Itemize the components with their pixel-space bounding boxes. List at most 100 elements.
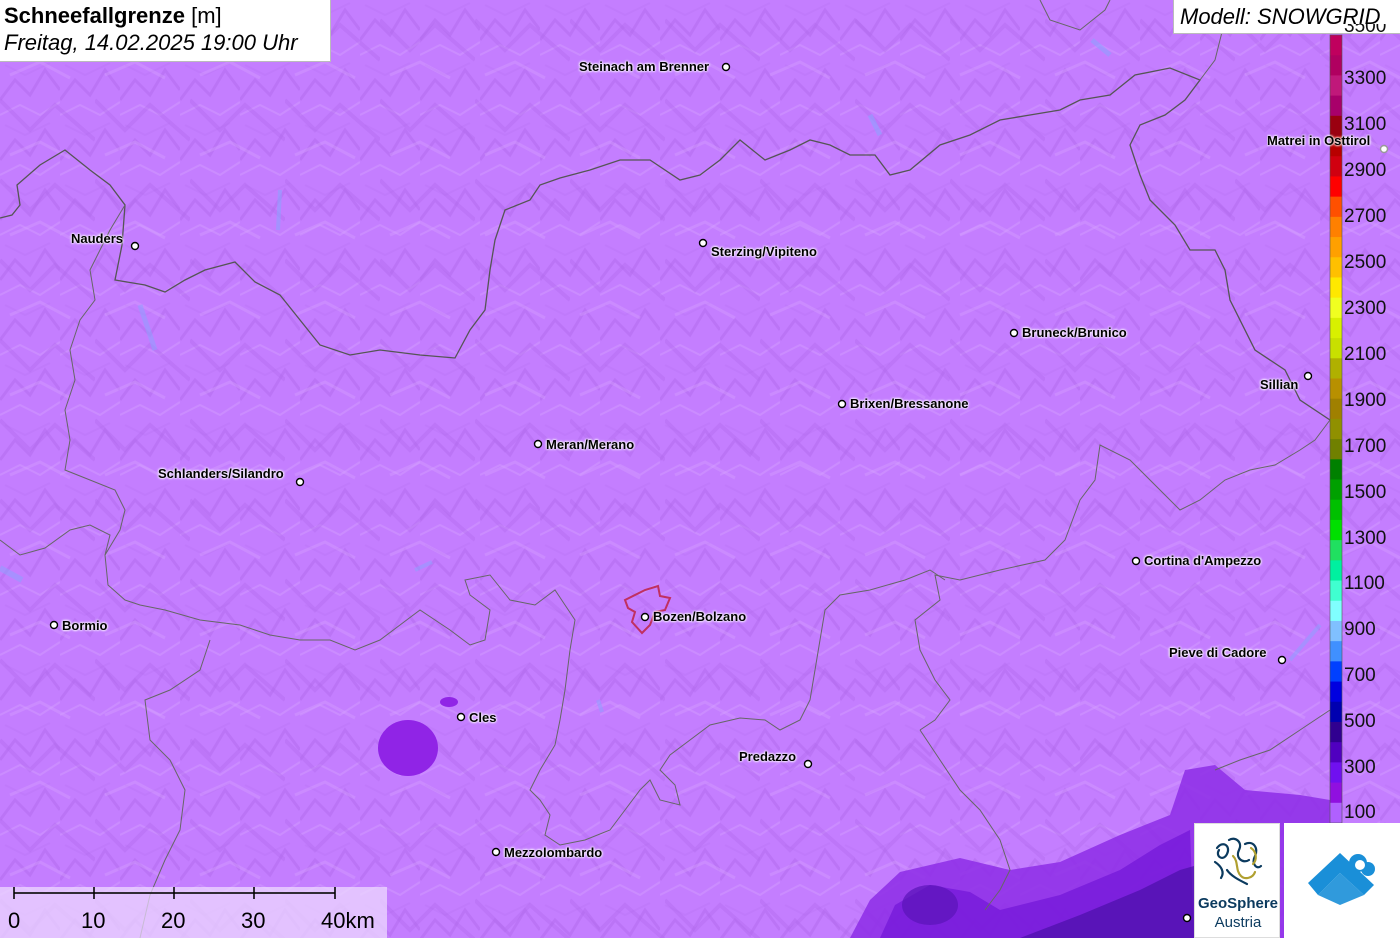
legend-swatch <box>1330 297 1342 319</box>
place-label-matrei[interactable]: Matrei in Osttirol <box>1267 134 1377 148</box>
marker-bruneck[interactable] <box>1009 328 1019 338</box>
legend-swatch <box>1330 600 1342 622</box>
marker-bozen[interactable] <box>640 612 650 622</box>
legend-swatch <box>1330 216 1342 238</box>
legend-swatch <box>1330 35 1342 56</box>
legend-label: 300 <box>1344 757 1376 778</box>
cles-low-patch <box>378 720 438 776</box>
legend-swatch <box>1330 418 1342 440</box>
place-label-bormio[interactable]: Bormio <box>62 619 108 633</box>
place-label-meran[interactable]: Meran/Merano <box>546 438 634 452</box>
marker-cortina[interactable] <box>1131 556 1141 566</box>
marker-pieve[interactable] <box>1277 655 1287 665</box>
place-label-cles[interactable]: Cles <box>469 711 496 725</box>
geosphere-name: GeoSphere <box>1197 895 1279 912</box>
place-label-mezzolombardo[interactable]: Mezzolombardo <box>504 846 602 860</box>
marker-steinach[interactable] <box>721 62 731 72</box>
legend-swatch <box>1330 721 1342 743</box>
place-label-predazzo[interactable]: Predazzo <box>739 750 796 764</box>
marker-nauders[interactable] <box>130 241 140 251</box>
legend-label: 900 <box>1344 619 1376 640</box>
legend-swatch <box>1330 519 1342 541</box>
legend-swatch <box>1330 459 1342 481</box>
legend-label: 2900 <box>1344 160 1387 181</box>
legend-label: 100 <box>1344 802 1376 823</box>
legend-label-top-text: 3500 <box>1344 24 1387 37</box>
legend-swatch <box>1330 317 1342 339</box>
legend-swatch <box>1330 620 1342 642</box>
legend-swatch <box>1330 782 1342 804</box>
scale-label: 10 <box>81 908 106 933</box>
marker-matrei[interactable] <box>1379 144 1389 154</box>
place-label-steinach[interactable]: Steinach am Brenner <box>579 60 709 74</box>
legend-swatch <box>1330 479 1342 501</box>
title-unit: [m] <box>191 3 222 28</box>
place-label-sillian[interactable]: Sillian <box>1260 378 1298 392</box>
place-label-schlanders[interactable]: Schlanders/Silandro <box>158 467 284 481</box>
legend-swatch <box>1330 661 1342 683</box>
title-variable: Schneefallgrenze <box>4 3 185 28</box>
place-label-bruneck[interactable]: Bruneck/Brunico <box>1022 326 1127 340</box>
marker-unnamed[interactable] <box>1182 913 1192 923</box>
legend-swatch <box>1330 641 1342 662</box>
legend-swatch <box>1330 378 1342 400</box>
legend-swatch <box>1330 742 1342 763</box>
legend-swatch <box>1330 338 1342 359</box>
scale-label: 30 <box>241 908 266 933</box>
place-label-brixen[interactable]: Brixen/Bressanone <box>850 397 969 411</box>
marker-sterzing[interactable] <box>698 238 708 248</box>
legend-swatch <box>1330 560 1342 582</box>
legend-swatch <box>1330 681 1342 703</box>
legend-label: 500 <box>1344 711 1376 732</box>
legend-label: 1500 <box>1344 482 1387 503</box>
legend-swatch <box>1330 156 1342 178</box>
place-label-sterzing[interactable]: Sterzing/Vipiteno <box>711 245 817 259</box>
legend-label: 2100 <box>1344 344 1387 365</box>
marker-sillian[interactable] <box>1303 371 1313 381</box>
map-title-box: Schneefallgrenze [m] Freitag, 14.02.2025… <box>0 0 331 62</box>
scale-label: 40km <box>321 908 375 933</box>
scale-label: 20 <box>161 908 186 933</box>
legend-swatch <box>1330 176 1342 198</box>
legend-label-top: 3500 <box>1344 24 1386 38</box>
legend-color-bar <box>1329 34 1343 824</box>
cles-small-patch <box>440 697 458 707</box>
legend-label: 3300 <box>1344 68 1387 89</box>
marker-schlanders[interactable] <box>295 477 305 487</box>
legend-label: 1900 <box>1344 390 1387 411</box>
legend-swatch <box>1330 75 1342 97</box>
legend-swatch <box>1330 196 1342 218</box>
marker-predazzo[interactable] <box>803 759 813 769</box>
legend-swatch <box>1330 439 1342 460</box>
place-label-cortina[interactable]: Cortina d'Ampezzo <box>1144 554 1261 568</box>
app-logo[interactable] <box>1284 823 1400 938</box>
marker-bormio[interactable] <box>49 620 59 630</box>
legend-swatch <box>1330 499 1342 521</box>
place-label-pieve[interactable]: Pieve di Cadore <box>1169 646 1267 660</box>
legend-label: 3100 <box>1344 114 1387 135</box>
legend-swatch <box>1330 701 1342 723</box>
valley-pocket <box>902 885 958 925</box>
snowfall-map: Schneefallgrenze [m] Freitag, 14.02.2025… <box>0 0 1400 938</box>
geosphere-logo[interactable]: GeoSphere Austria <box>1194 823 1280 938</box>
legend-swatch <box>1330 55 1342 77</box>
geosphere-swirl-icon <box>1213 837 1263 886</box>
marker-cles[interactable] <box>456 712 466 722</box>
geosphere-country: Austria <box>1214 914 1262 931</box>
marker-brixen[interactable] <box>837 399 847 409</box>
marker-mezzolombardo[interactable] <box>491 847 501 857</box>
legend-swatch <box>1330 540 1342 561</box>
marker-meran[interactable] <box>533 439 543 449</box>
place-label-bozen[interactable]: Bozen/Bolzano <box>653 610 746 624</box>
map-title: Schneefallgrenze [m] <box>4 3 330 29</box>
legend-swatch <box>1330 358 1342 380</box>
scale-label: 0 <box>8 908 21 933</box>
map-datetime: Freitag, 14.02.2025 19:00 Uhr <box>4 30 298 55</box>
legend-label: 700 <box>1344 665 1376 686</box>
place-label-nauders[interactable]: Nauders <box>71 232 123 246</box>
legend-swatch <box>1330 398 1342 420</box>
legend-swatch <box>1330 580 1342 602</box>
legend-label: 1300 <box>1344 528 1387 549</box>
legend-label: 2500 <box>1344 252 1387 273</box>
legend-label: 1700 <box>1344 436 1387 457</box>
